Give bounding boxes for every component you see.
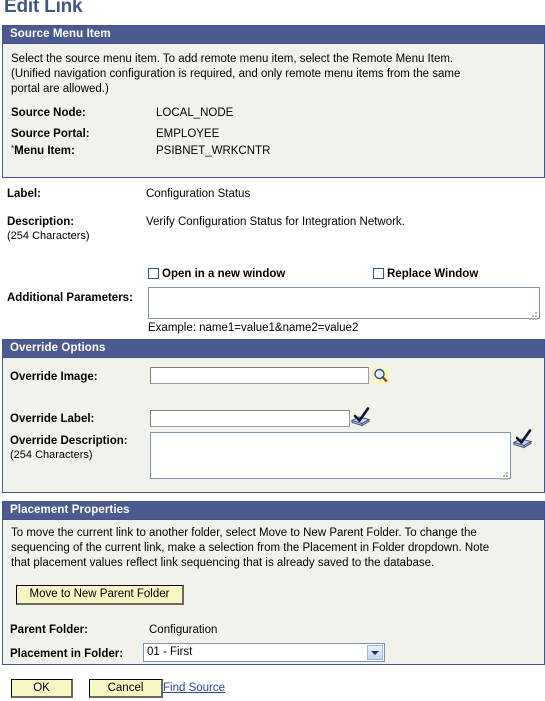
cancel-button[interactable]: Cancel [89,679,163,698]
description-label-wrap: Description: (254 Characters) [7,216,146,242]
override-description-label-wrap: Override Description: (254 Characters) [10,435,128,461]
override-description-label: Override Description: [10,435,128,447]
magnifier-icon[interactable] [372,367,389,384]
placement-properties-header: Placement Properties [3,502,544,520]
parent-folder-value: Configuration [149,624,218,636]
replace-window-checkbox-row[interactable]: Replace Window [373,268,478,280]
placement-properties-group: Placement Properties To move the current… [2,501,545,665]
additional-parameters-wrap [148,287,540,322]
field-row-parent-folder: Parent Folder: Configuration [10,624,217,636]
additional-parameters-input[interactable] [148,287,540,319]
open-in-new-window-checkbox[interactable] [148,268,159,279]
replace-window-checkbox[interactable] [373,268,384,279]
placement-in-folder-label: Placement in Folder: [10,648,124,660]
chevron-down-icon[interactable] [367,645,383,660]
open-in-new-window-label: Open in a new window [162,268,286,280]
placement-description-line-2: sequencing of the current link, make a s… [11,542,490,554]
source-menu-item-description: Select the source menu item. To add remo… [11,52,536,97]
replace-window-label: Replace Window [387,268,479,280]
move-to-new-parent-folder-button[interactable]: Move to New Parent Folder [16,585,184,605]
label-value: Configuration Status [146,188,251,200]
override-description-hint: (254 Characters) [10,449,93,461]
link-details-section: Label: Configuration Status Description:… [0,184,545,334]
description-label: Description: [7,216,75,228]
placement-in-folder-select-wrap: 01 - First [143,643,385,662]
menu-item-label: Menu Item: [14,145,75,157]
description-line-2: (Unified navigation configuration is req… [11,68,461,80]
footer-actions: OK Cancel Find Source [0,672,545,701]
override-description-input[interactable] [150,432,511,479]
description-line-1: Select the source menu item. To add remo… [11,53,454,65]
placement-description-line-3: that placement values reflect link seque… [11,557,435,569]
label-label: Label: [7,188,41,200]
field-row-label: Label: Configuration Status [7,188,250,200]
additional-parameters-example: Example: name1=value1&name2=value2 [148,322,359,334]
page-title: Edit Link [4,0,83,17]
field-row-source-node: Source Node: LOCAL_NODE [11,107,536,119]
open-in-new-window-checkbox-row[interactable]: Open in a new window [148,268,285,280]
field-row-description: Description: (254 Characters) Verify Con… [7,216,405,242]
override-label-label: Override Label: [10,413,95,425]
override-label-input[interactable] [150,410,350,427]
spellcheck-icon[interactable] [512,428,534,450]
source-menu-item-group: Source Menu Item Select the source menu … [2,25,545,178]
parent-folder-label: Parent Folder: [10,624,88,636]
menu-item-value: PSIBNET_WRKCNTR [156,145,271,157]
additional-parameters-label: Additional Parameters: [7,292,133,304]
find-source-link[interactable]: Find Source [163,682,225,694]
override-image-label: Override Image: [10,371,98,383]
description-value: Verify Configuration Status for Integrat… [146,216,405,228]
source-portal-label: Source Portal: [11,128,90,140]
source-node-value: LOCAL_NODE [156,107,234,119]
spellcheck-icon[interactable] [350,406,372,428]
override-options-header: Override Options [3,340,544,358]
required-indicator-icon: * [11,144,15,153]
ok-button[interactable]: OK [11,679,73,698]
description-hint: (254 Characters) [7,230,90,242]
placement-properties-description: To move the current link to another fold… [11,526,536,571]
menu-item-label-wrap: *Menu Item: [11,144,156,157]
field-row-menu-item: *Menu Item: PSIBNET_WRKCNTR [11,144,536,157]
source-portal-value: EMPLOYEE [156,128,220,140]
override-description-wrap [150,432,511,482]
override-options-group: Override Options Override Image: Overrid… [2,339,545,493]
placement-in-folder-select[interactable]: 01 - First [143,643,385,662]
placement-description-line-1: To move the current link to another fold… [11,527,477,539]
override-image-input[interactable] [150,367,369,384]
source-node-label: Source Node: [11,107,86,119]
source-menu-item-header: Source Menu Item [3,26,544,44]
field-row-source-portal: Source Portal: EMPLOYEE [11,128,536,140]
description-line-3: portal are allowed.) [11,83,109,95]
